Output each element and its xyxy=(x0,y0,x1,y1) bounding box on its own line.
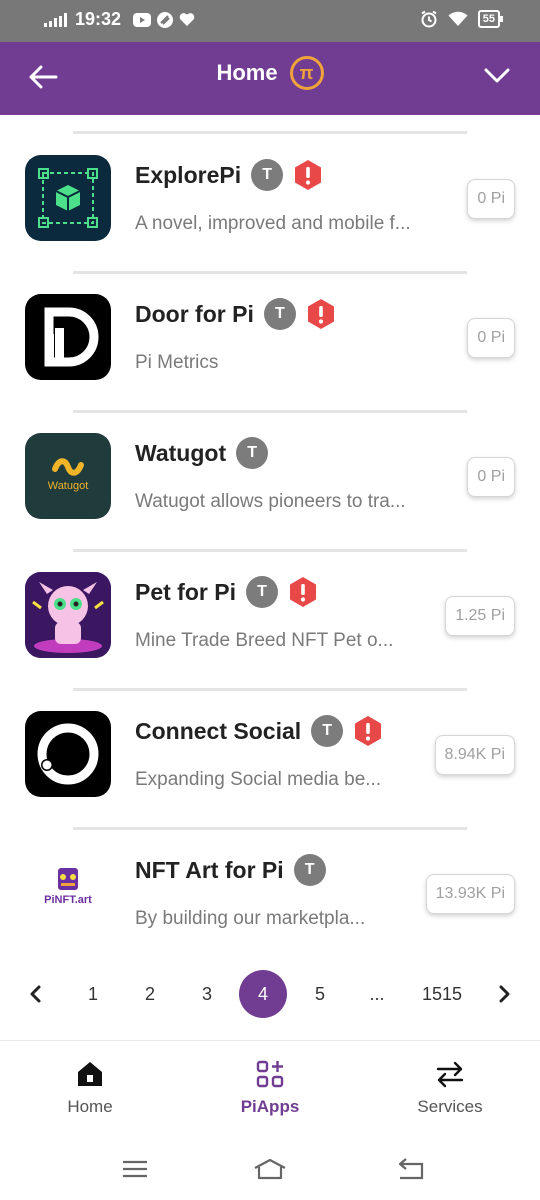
testnet-badge: T xyxy=(251,159,284,191)
page-title: Home xyxy=(216,60,278,85)
warning-icon xyxy=(289,577,316,607)
app-name: Connect Social xyxy=(135,717,302,744)
pi-logo-icon: π xyxy=(289,56,324,90)
youtube-icon xyxy=(133,12,152,27)
nav-home[interactable]: Home xyxy=(20,1059,160,1117)
page-ellipsis: ... xyxy=(369,983,385,1004)
status-left: 19:32 xyxy=(44,9,195,30)
app-name-row: Watugot T xyxy=(135,437,269,469)
cube-network-icon xyxy=(25,155,111,241)
pet-nft-icon xyxy=(25,572,111,658)
system-nav xyxy=(0,1140,540,1200)
warning-icon xyxy=(307,299,334,329)
page-4-current[interactable]: 4 xyxy=(239,970,287,1018)
clock: 19:32 xyxy=(75,9,122,29)
signal-icon xyxy=(44,12,67,27)
testnet-badge: T xyxy=(263,298,296,330)
connect-ring-icon xyxy=(25,711,111,797)
nav-label-home: Home xyxy=(67,1097,113,1116)
app-name-row: Connect Social T xyxy=(135,715,383,747)
app-item-pet-for-pi[interactable]: Pet for Pi T Mine Trade Breed NFT Pet o.… xyxy=(0,552,540,691)
wifi-icon xyxy=(448,11,468,26)
swap-arrows-icon xyxy=(436,1061,464,1088)
door-logo-icon xyxy=(25,294,111,380)
battery-icon: 55 xyxy=(477,10,504,28)
apps-grid-icon xyxy=(256,1060,284,1088)
page-1[interactable]: 1 xyxy=(78,970,108,1018)
header-title-group: Home π xyxy=(0,56,540,90)
testnet-badge: T xyxy=(236,437,269,469)
pinft-art-icon: PiNFT.art xyxy=(25,850,111,936)
page-2[interactable]: 2 xyxy=(135,970,165,1018)
price-button[interactable]: 0 Pi xyxy=(467,318,515,358)
price-button[interactable]: 0 Pi xyxy=(467,179,515,219)
app-item-connect-social[interactable]: Connect Social T Expanding Social media … xyxy=(0,691,540,830)
back-icon[interactable] xyxy=(394,1154,428,1184)
nav-label-piapps: PiApps xyxy=(240,1097,300,1116)
chevron-down-icon[interactable] xyxy=(482,60,512,90)
app-name-row: Door for Pi T xyxy=(135,298,336,330)
home-icon xyxy=(78,1062,102,1086)
pinft-logo-text: PiNFT.art xyxy=(44,894,92,906)
app-description: By building our marketpla... xyxy=(135,908,366,929)
divider xyxy=(73,131,467,134)
nav-services[interactable]: Services xyxy=(380,1059,520,1117)
app-item-explorepi[interactable]: ExplorePi T A novel, improved and mobile… xyxy=(0,135,540,274)
price-button[interactable]: 13.93K Pi xyxy=(425,874,515,914)
alarm-icon xyxy=(421,10,437,28)
app-item-nft-art-for-pi[interactable]: PiNFT.art NFT Art for Pi T By building o… xyxy=(0,830,540,969)
app-description: Watugot allows pioneers to tra... xyxy=(135,491,406,512)
app-name: NFT Art for Pi xyxy=(135,856,284,883)
pagination: 1 2 3 4 5 ... 1515 xyxy=(0,970,540,1018)
nav-piapps[interactable]: PiApps xyxy=(200,1059,340,1117)
page-3[interactable]: 3 xyxy=(192,970,222,1018)
nav-label-services: Services xyxy=(417,1097,483,1116)
watugot-logo-icon: Watugot xyxy=(25,433,111,519)
app-name-row: NFT Art for Pi T xyxy=(135,854,326,886)
testnet-badge: T xyxy=(293,854,326,886)
testnet-badge: T xyxy=(311,715,344,747)
warning-icon xyxy=(355,716,382,746)
warning-icon xyxy=(295,160,322,190)
price-button[interactable]: 8.94K Pi xyxy=(434,735,515,775)
next-page-icon[interactable] xyxy=(494,970,516,1018)
app-name-row: ExplorePi T xyxy=(135,159,323,191)
price-button[interactable]: 1.25 Pi xyxy=(445,596,515,636)
page-5[interactable]: 5 xyxy=(305,970,335,1018)
status-bar: 19:32 55 xyxy=(0,0,540,42)
heart-icon xyxy=(179,13,195,26)
price-button[interactable]: 0 Pi xyxy=(467,457,515,497)
app-name: Door for Pi xyxy=(135,300,254,327)
app-description: Expanding Social media be... xyxy=(135,769,382,790)
watugot-logo-text: Watugot xyxy=(48,480,89,492)
page-last[interactable]: 1515 xyxy=(413,970,471,1018)
app-item-watugot[interactable]: Watugot Watugot T Watugot allows pioneer… xyxy=(0,413,540,552)
prev-page-icon[interactable] xyxy=(24,970,46,1018)
app-description: Pi Metrics xyxy=(135,352,219,373)
app-name: Watugot xyxy=(135,439,227,466)
home-outline-icon[interactable] xyxy=(253,1154,287,1184)
app-name: Pet for Pi xyxy=(135,578,236,605)
app-description: A novel, improved and mobile f... xyxy=(135,213,411,234)
app-item-door-for-pi[interactable]: Door for Pi T Pi Metrics 0 Pi xyxy=(0,274,540,413)
bottom-nav: Home PiApps Services xyxy=(0,1040,540,1136)
status-right: 55 xyxy=(420,10,504,28)
app-header: Home π xyxy=(0,42,540,115)
app-name: ExplorePi xyxy=(135,161,242,188)
menu-icon[interactable] xyxy=(118,1154,152,1184)
testnet-badge: T xyxy=(245,576,278,608)
app-name-row: Pet for Pi T xyxy=(135,576,318,608)
helix-icon xyxy=(157,11,174,28)
app-description: Mine Trade Breed NFT Pet o... xyxy=(135,630,394,651)
